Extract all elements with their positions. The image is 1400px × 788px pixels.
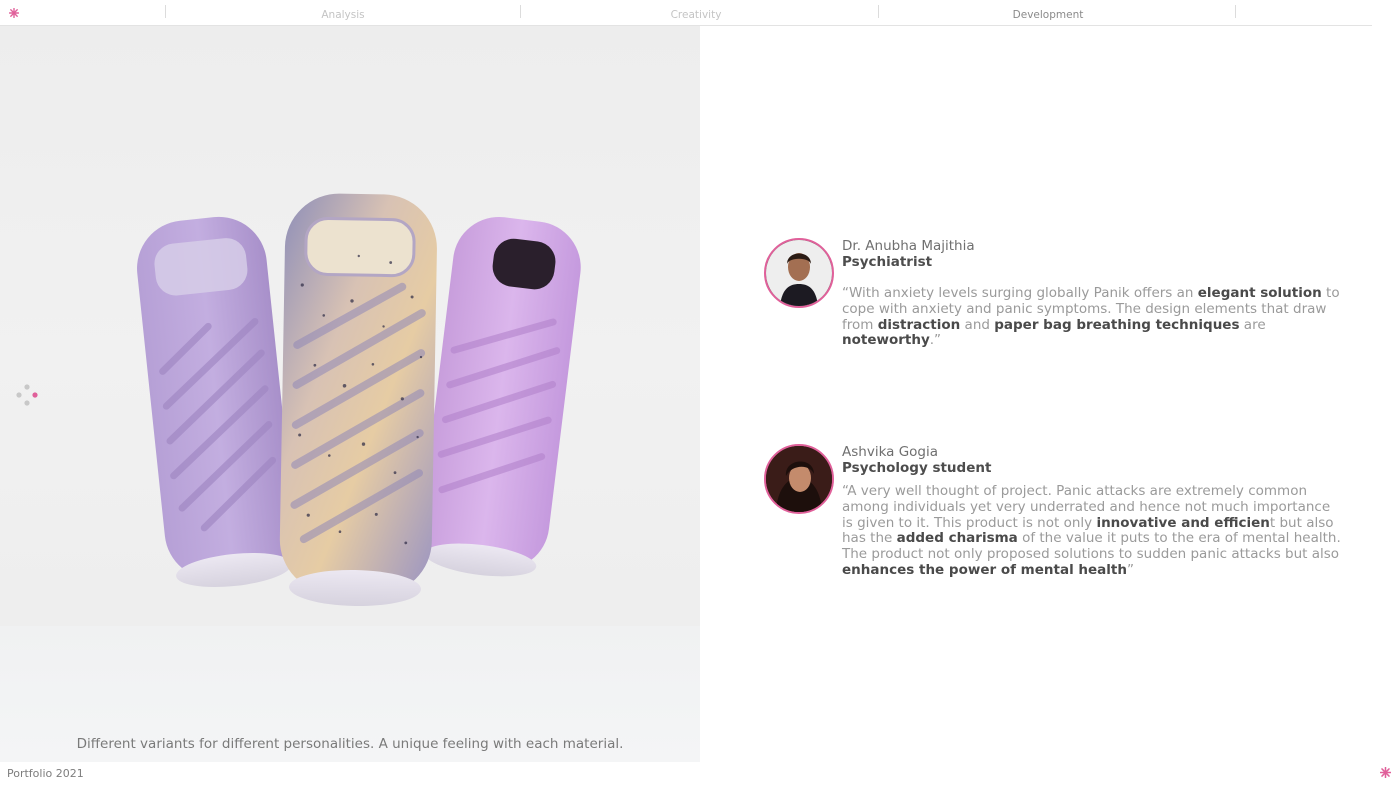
nav-link-analysis[interactable]: Analysis xyxy=(243,9,443,21)
quote-text: are xyxy=(1239,316,1266,333)
footer-label: Portfolio 2021 xyxy=(7,767,84,780)
testimonial-quote: “A very well thought of project. Panic a… xyxy=(842,483,1342,579)
nav-divider xyxy=(1235,5,1236,18)
nav-divider xyxy=(878,5,879,18)
product-image-panel: Different variants for different persona… xyxy=(0,26,700,762)
nav-divider xyxy=(520,5,521,18)
quote-text: and xyxy=(960,316,995,333)
avatar xyxy=(764,444,834,514)
quote-text: .” xyxy=(929,332,942,349)
reviewer-name: Ashvika Gogia xyxy=(842,444,939,460)
quote-highlight: added charisma xyxy=(896,530,1018,547)
quote-highlight: distraction xyxy=(877,316,961,333)
reviewer-name: Dr. Anubha Majithia xyxy=(842,238,975,254)
quote-highlight: paper bag breathing techniques xyxy=(994,316,1240,333)
reviewer-role: Psychiatrist xyxy=(842,254,933,270)
testimonial-quote: “With anxiety levels surging globally Pa… xyxy=(842,285,1342,349)
avatar xyxy=(764,238,834,308)
quote-text: “With anxiety levels surging globally Pa… xyxy=(842,285,1198,301)
reviewer-role: Psychology student xyxy=(842,460,992,476)
top-navigation: Analysis Creativity Development xyxy=(0,0,1372,26)
pink-asterisk-icon xyxy=(9,8,19,18)
product-render-image xyxy=(137,193,581,607)
quote-highlight: enhances the power of mental health xyxy=(842,561,1127,578)
quote-highlight: noteworthy xyxy=(842,332,930,349)
pink-asterisk-icon xyxy=(1380,767,1391,778)
quote-highlight: elegant solution xyxy=(1197,285,1322,301)
nav-divider xyxy=(165,5,166,18)
nav-link-creativity[interactable]: Creativity xyxy=(596,9,796,21)
dots-loader-icon xyxy=(16,384,38,406)
nav-link-development[interactable]: Development xyxy=(948,9,1148,21)
quote-highlight: innovative and efficien xyxy=(1096,514,1270,531)
quote-text: ” xyxy=(1126,561,1134,578)
image-caption: Different variants for different persona… xyxy=(76,736,624,752)
